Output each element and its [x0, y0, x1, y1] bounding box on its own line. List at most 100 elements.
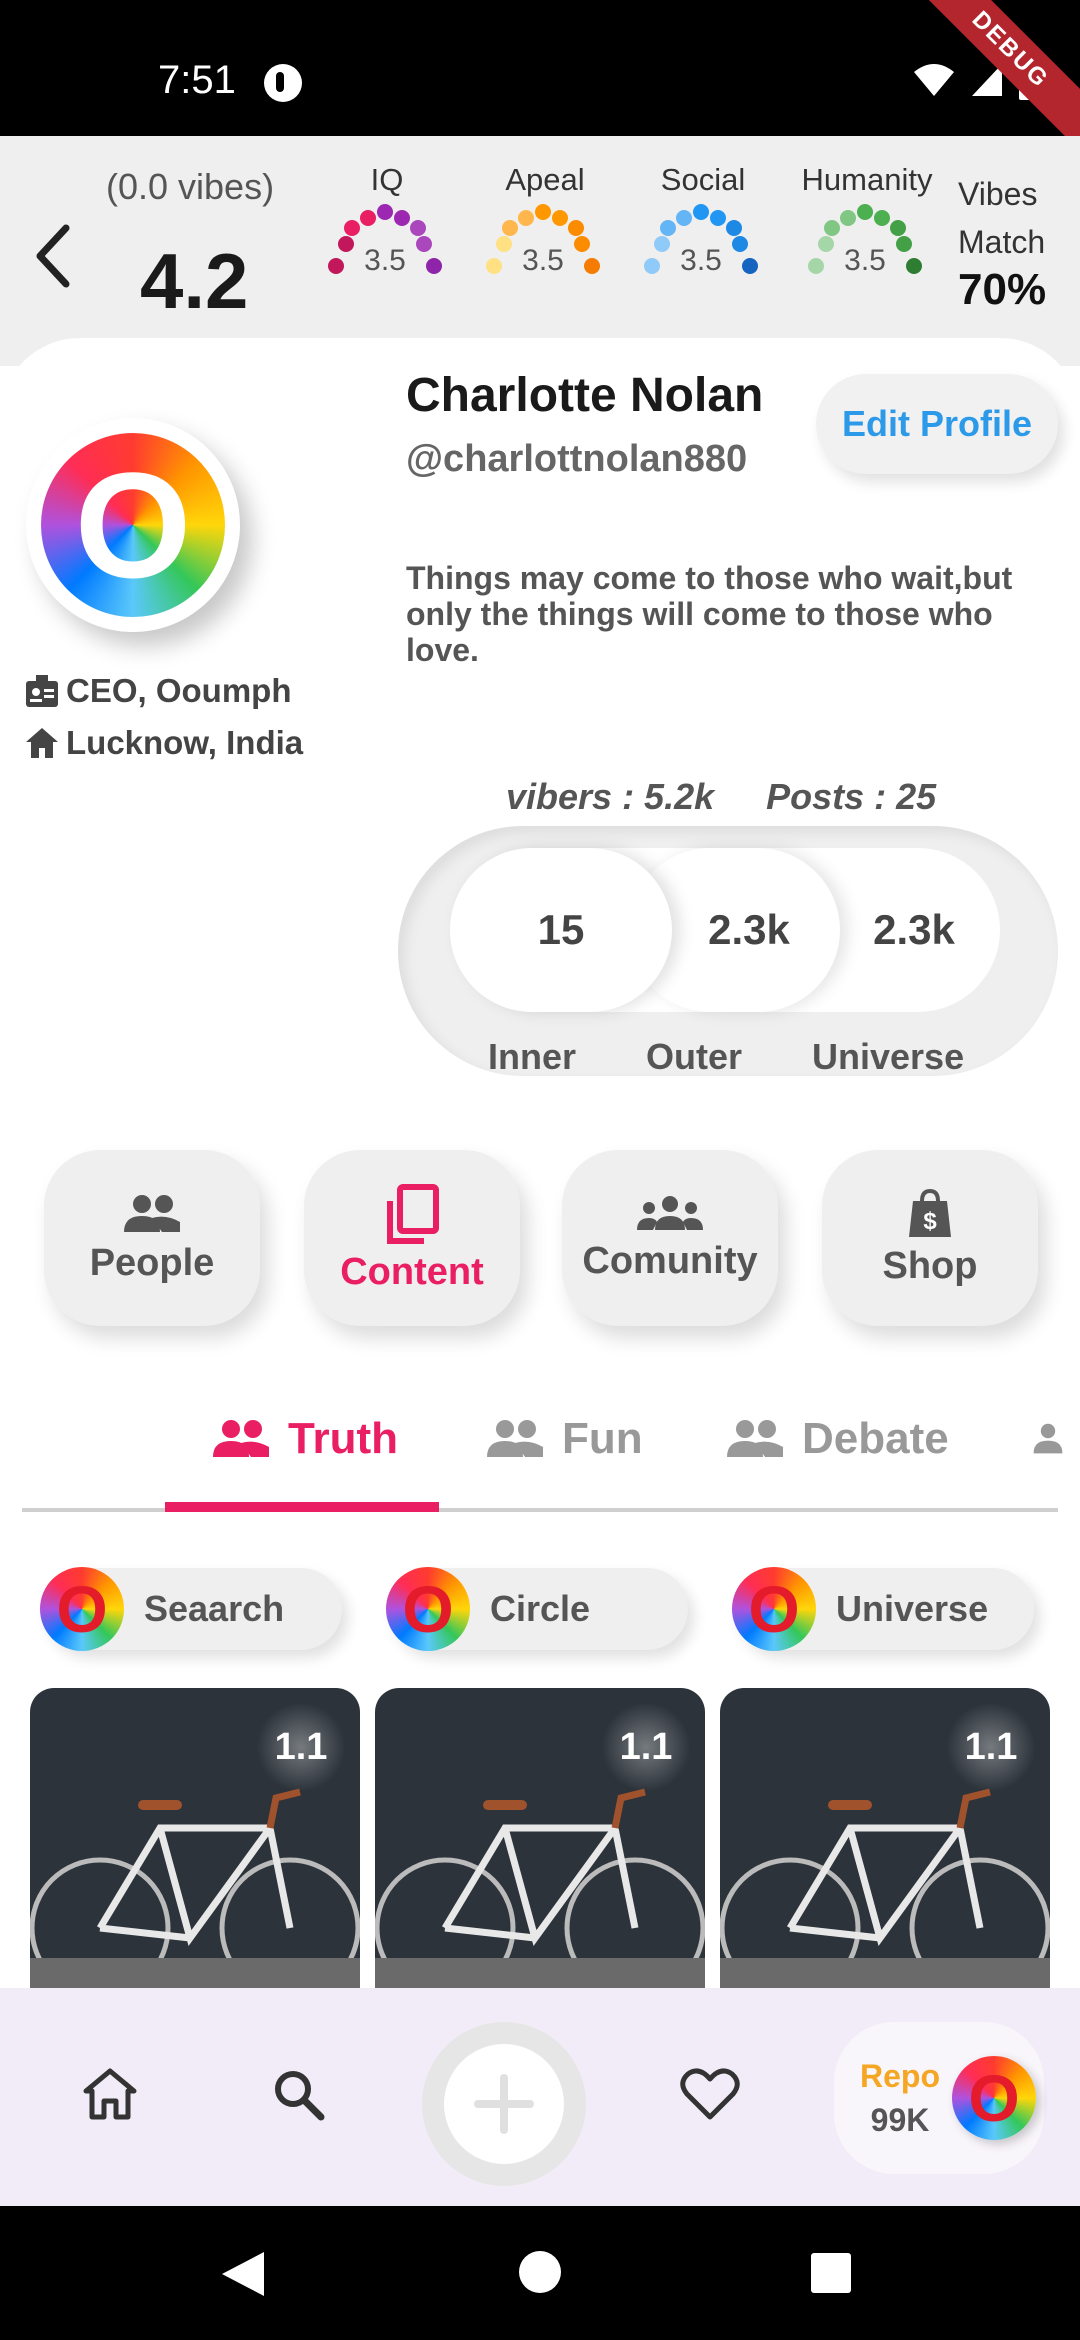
chip-logo-icon: O: [386, 1567, 470, 1651]
category-people[interactable]: People: [44, 1150, 260, 1326]
job-info: CEO, Ooumph: [24, 672, 292, 710]
category-shop[interactable]: $ Shop: [822, 1150, 1038, 1326]
rating-dots-icon: 3.5: [486, 204, 600, 277]
category-content[interactable]: Content: [304, 1150, 520, 1326]
rating-dot: [660, 220, 676, 236]
post-thumbnail[interactable]: 1.1: [720, 1688, 1050, 1988]
rating-dot: [552, 210, 568, 226]
metric-value: 3.5: [844, 244, 886, 277]
metric-iq: IQ 3.5: [312, 162, 462, 284]
chip-label: Circle: [490, 1588, 591, 1629]
system-recents-icon[interactable]: [810, 2252, 852, 2294]
status-time: 7:51: [158, 58, 236, 102]
posts-count: Posts : 25: [766, 776, 937, 817]
rating-dot: [328, 258, 344, 274]
tab-label: Truth: [288, 1414, 398, 1463]
shopping-bag-icon: $: [909, 1188, 951, 1237]
tab-fun[interactable]: Fun: [484, 1408, 643, 1470]
rating-dot: [568, 220, 584, 236]
vibers-count: vibers : 5.2k: [506, 776, 715, 817]
metric-label: IQ: [370, 162, 404, 197]
post-thumbnail[interactable]: 1.1: [375, 1688, 705, 1988]
vibes-score: 4.2: [140, 237, 249, 325]
rating-dot: [518, 210, 534, 226]
metric-value: 3.5: [364, 244, 406, 277]
rating-dot: [824, 220, 840, 236]
location-text: Lucknow, India: [66, 724, 304, 761]
nav-favorites-button[interactable]: [670, 2054, 750, 2134]
rating-dot: [874, 210, 890, 226]
edit-profile-button[interactable]: Edit Profile: [816, 374, 1058, 474]
rating-dot: [710, 210, 726, 226]
job-title: CEO, Ooumph: [66, 672, 292, 709]
rating-dot: [426, 258, 442, 274]
back-arrow-icon[interactable]: [28, 216, 78, 296]
rating-dot: [818, 236, 834, 252]
ground-strip: [375, 1958, 705, 1988]
category-label: Content: [340, 1250, 484, 1293]
avatar[interactable]: O: [26, 418, 240, 632]
metric-label: Apeal: [505, 162, 585, 197]
status-bar: 7:51 DEBUG: [0, 0, 1080, 165]
rating-dot: [394, 210, 410, 226]
repo-logo-icon: O: [952, 2056, 1036, 2140]
add-post-button[interactable]: [422, 2022, 586, 2186]
tab-label: Debate: [802, 1414, 949, 1463]
chip-logo-icon: O: [40, 1567, 124, 1651]
tab-indicator: [165, 1502, 439, 1512]
rating-dot: [535, 204, 551, 220]
circle-inner-button[interactable]: 15: [450, 848, 672, 1012]
system-back-icon[interactable]: [220, 2250, 266, 2298]
repo-button[interactable]: Repo 99K O: [834, 2022, 1044, 2174]
metric-value: 3.5: [522, 244, 564, 277]
tab-truth[interactable]: Truth: [210, 1408, 398, 1470]
rating-dot: [496, 236, 512, 252]
people-icon: [1033, 1423, 1063, 1454]
heart-icon: [680, 2068, 740, 2120]
rating-dot: [840, 210, 856, 226]
nav-search-button[interactable]: [258, 2054, 338, 2134]
circle-label: Universe: [812, 1036, 965, 1077]
people-icon: [213, 1420, 269, 1457]
repo-text: Repo 99K: [860, 2054, 940, 2142]
nav-home-button[interactable]: [70, 2054, 150, 2134]
profile-bio: Things may come to those who wait,but on…: [406, 560, 1013, 668]
category-community[interactable]: Comunity: [562, 1150, 778, 1326]
chip-circle[interactable]: O Circle: [386, 1567, 688, 1651]
vibes-match: Vibes Match 70%: [958, 170, 1046, 314]
category-label: Shop: [882, 1244, 978, 1287]
rating-dot: [654, 236, 670, 252]
rating-dots-icon: 3.5: [808, 204, 922, 277]
rating-dot: [344, 220, 360, 236]
system-home-icon[interactable]: [518, 2250, 562, 2294]
location-info: Lucknow, India: [24, 724, 303, 762]
rating-dot: [742, 258, 758, 274]
repo-label: Repo: [860, 2058, 940, 2094]
post-score: 1.1: [946, 1702, 1036, 1792]
tab-label: Fun: [562, 1414, 643, 1463]
rating-dot: [360, 210, 376, 226]
rating-dot: [857, 204, 873, 220]
tab-debate[interactable]: Debate: [724, 1408, 949, 1470]
search-icon: [275, 2071, 325, 2121]
post-thumbnail[interactable]: 1.1: [30, 1688, 360, 1988]
wifi-icon: [914, 64, 954, 96]
copy-icon: [387, 1183, 439, 1244]
chip-label: Seaarch: [144, 1588, 285, 1629]
match-label-2: Match: [958, 224, 1046, 260]
profile-stats: vibers : 5.2k Posts : 25: [506, 776, 936, 818]
chip-label: Universe: [836, 1588, 989, 1629]
rating-dot: [906, 258, 922, 274]
chip-universe[interactable]: O Universe: [732, 1567, 1034, 1651]
circles-selector: 2.3k 2.3k 15 Inner Outer Universe: [398, 826, 1058, 1077]
match-label-1: Vibes: [958, 176, 1038, 212]
chip-search[interactable]: O Seaarch: [40, 1567, 342, 1651]
metric-apeal: Apeal 3.5: [470, 162, 620, 284]
match-value: 70%: [958, 265, 1047, 314]
tab-more[interactable]: [1032, 1408, 1080, 1470]
vibes-header: (0.0 vibes) 4.2 IQ 3.5 Apeal 3.5 Social …: [0, 136, 1080, 366]
rating-dot: [726, 220, 742, 236]
rating-dot: [676, 210, 692, 226]
circle-value: 2.3k: [873, 906, 955, 953]
rating-dot: [502, 220, 518, 236]
